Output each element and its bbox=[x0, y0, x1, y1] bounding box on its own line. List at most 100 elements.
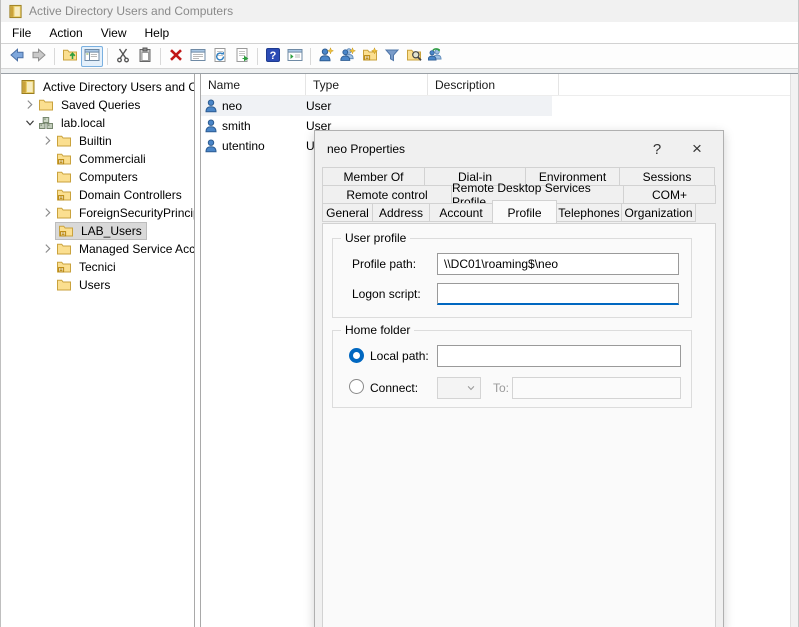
tree-item-label: Builtin bbox=[76, 133, 115, 149]
toolbar: ? bbox=[1, 44, 798, 68]
profile-path-input[interactable] bbox=[437, 253, 679, 275]
forward-button[interactable] bbox=[28, 46, 50, 67]
new-ou-icon bbox=[362, 47, 378, 66]
ou-icon bbox=[55, 152, 72, 167]
new-ou-button[interactable] bbox=[359, 46, 381, 67]
menu-view[interactable]: View bbox=[92, 23, 136, 43]
logon-script-input[interactable] bbox=[437, 283, 679, 305]
user-icon bbox=[204, 98, 222, 114]
tree-item-label: Tecnici bbox=[76, 259, 119, 275]
user-profile-group: User profile Profile path: Logon script: bbox=[332, 238, 692, 318]
dialog-close-button[interactable]: × bbox=[677, 136, 717, 162]
column-header-description[interactable]: Description bbox=[428, 74, 559, 95]
show-action-pane-icon bbox=[287, 47, 303, 66]
menu-action[interactable]: Action bbox=[40, 23, 91, 43]
tree-item-active-directory-users-and-com[interactable]: Active Directory Users and Com bbox=[1, 78, 194, 96]
expander-spacer bbox=[41, 278, 55, 292]
tree-item-builtin[interactable]: Builtin bbox=[1, 132, 194, 150]
column-header-type[interactable]: Type bbox=[306, 74, 428, 95]
paste-icon bbox=[137, 47, 153, 66]
expander-spacer bbox=[41, 152, 55, 166]
title-bar: Active Directory Users and Computers bbox=[1, 0, 798, 22]
connect-to-input[interactable] bbox=[512, 377, 681, 399]
neo-properties-dialog: neo Properties ? × Member OfDial-inEnvir… bbox=[314, 130, 724, 627]
tree-item-managed-service-accounts[interactable]: Managed Service Accounts bbox=[1, 240, 194, 258]
tree-expander-icon[interactable] bbox=[23, 98, 37, 112]
properties-icon bbox=[190, 47, 206, 66]
tab-com-[interactable]: COM+ bbox=[623, 185, 716, 204]
find-objects-button[interactable] bbox=[403, 46, 425, 67]
tree-item-saved-queries[interactable]: Saved Queries bbox=[1, 96, 194, 114]
tree-expander-icon[interactable] bbox=[41, 242, 55, 256]
new-user-button[interactable] bbox=[315, 46, 337, 67]
show-action-pane-button[interactable] bbox=[284, 46, 306, 67]
tree-item-label: Saved Queries bbox=[58, 97, 143, 113]
tree-item-domain-controllers[interactable]: Domain Controllers bbox=[1, 186, 194, 204]
menu-help[interactable]: Help bbox=[136, 23, 179, 43]
folder-icon bbox=[55, 206, 72, 221]
toolbar-separator bbox=[310, 48, 311, 65]
delete-button[interactable] bbox=[165, 46, 187, 67]
properties-button[interactable] bbox=[187, 46, 209, 67]
tree-item-tecnici[interactable]: Tecnici bbox=[1, 258, 194, 276]
window-title: Active Directory Users and Computers bbox=[29, 4, 233, 18]
up-one-level-icon bbox=[62, 47, 78, 66]
cell-name: smith bbox=[222, 119, 299, 133]
tree-expander-icon[interactable] bbox=[41, 134, 55, 148]
tree-item-foreignsecurityprincipals[interactable]: ForeignSecurityPrincipals bbox=[1, 204, 194, 222]
chevron-down-icon bbox=[466, 383, 476, 393]
tree-item-commerciali[interactable]: Commerciali bbox=[1, 150, 194, 168]
tab-organization[interactable]: Organization bbox=[621, 203, 696, 222]
tree-selection-highlight: LAB_Users bbox=[55, 222, 147, 240]
folder-icon bbox=[55, 170, 72, 185]
tree-item-lab-local[interactable]: lab.local bbox=[1, 114, 194, 132]
tree-expander-icon[interactable] bbox=[23, 116, 37, 130]
user-profile-legend: User profile bbox=[341, 231, 410, 245]
drive-letter-dropdown[interactable] bbox=[437, 377, 481, 399]
refresh-button[interactable] bbox=[209, 46, 231, 67]
change-domain-button[interactable] bbox=[425, 46, 447, 67]
set-filter-button[interactable] bbox=[381, 46, 403, 67]
new-group-button[interactable] bbox=[337, 46, 359, 67]
show-console-tree-button[interactable] bbox=[81, 46, 103, 67]
pane-splitter[interactable] bbox=[194, 74, 201, 627]
tab-telephones[interactable]: Telephones bbox=[556, 203, 622, 222]
dialog-title-bar: neo Properties ? × bbox=[315, 131, 723, 167]
profile-tab-page: User profile Profile path: Logon script:… bbox=[322, 223, 716, 627]
connect-radio[interactable] bbox=[349, 379, 364, 394]
tree-item-label: ForeignSecurityPrincipals bbox=[76, 205, 194, 221]
menu-file[interactable]: File bbox=[3, 23, 40, 43]
help-button[interactable]: ? bbox=[262, 46, 284, 67]
tree-item-label: Domain Controllers bbox=[76, 187, 185, 203]
list-row-neo[interactable]: neoUser bbox=[201, 96, 552, 116]
column-header-name[interactable]: Name bbox=[201, 74, 306, 95]
tab-profile[interactable]: Profile bbox=[492, 200, 557, 223]
tree-item-users[interactable]: Users bbox=[1, 276, 194, 294]
ou-icon bbox=[57, 224, 74, 239]
user-icon bbox=[204, 138, 222, 154]
dialog-tabs: Member OfDial-inEnvironmentSessionsRemot… bbox=[322, 167, 716, 222]
connect-label: Connect: bbox=[370, 381, 418, 395]
paste-button[interactable] bbox=[134, 46, 156, 67]
cut-button[interactable] bbox=[112, 46, 134, 67]
local-path-input[interactable] bbox=[437, 345, 681, 367]
tab-sessions[interactable]: Sessions bbox=[619, 167, 715, 186]
tab-address[interactable]: Address bbox=[372, 203, 430, 222]
ou-icon bbox=[55, 260, 72, 275]
back-button[interactable] bbox=[6, 46, 28, 67]
tab-general[interactable]: General bbox=[322, 203, 373, 222]
tab-member-of[interactable]: Member Of bbox=[322, 167, 425, 186]
up-one-level-button[interactable] bbox=[59, 46, 81, 67]
menu-bar: FileActionViewHelp bbox=[1, 22, 798, 44]
tree-item-computers[interactable]: Computers bbox=[1, 168, 194, 186]
export-list-button[interactable] bbox=[231, 46, 253, 67]
help-icon: ? bbox=[265, 47, 281, 66]
local-path-radio[interactable] bbox=[349, 348, 364, 363]
tab-remote-control[interactable]: Remote control bbox=[322, 185, 452, 204]
tab-account[interactable]: Account bbox=[429, 203, 493, 222]
scrollbar-track[interactable] bbox=[790, 74, 798, 627]
tree-item-lab-users[interactable]: LAB_Users bbox=[1, 222, 194, 240]
tree-expander-icon[interactable] bbox=[41, 206, 55, 220]
profile-path-label: Profile path: bbox=[352, 257, 416, 271]
dialog-help-button[interactable]: ? bbox=[637, 136, 677, 162]
